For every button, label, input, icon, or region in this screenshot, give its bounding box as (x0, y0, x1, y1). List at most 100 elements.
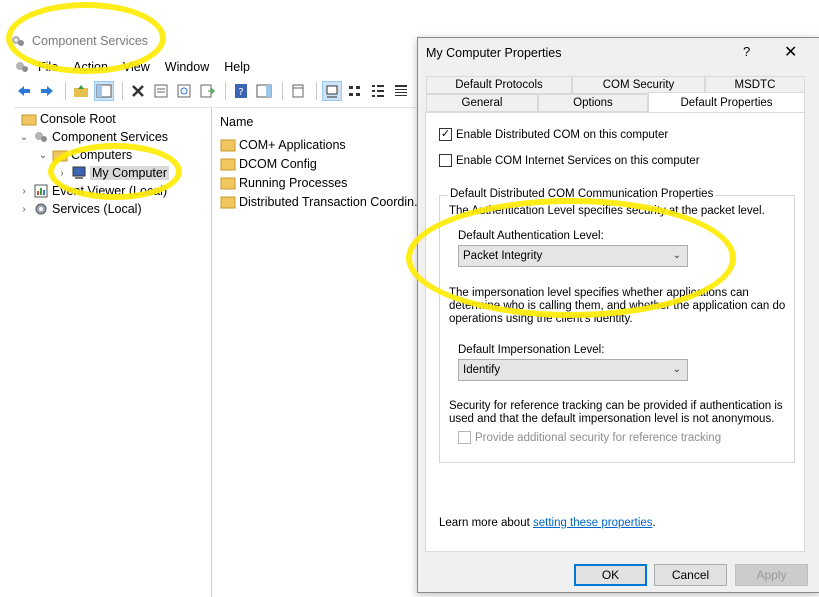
list-item[interactable]: Distributed Transaction Coordin... (220, 193, 425, 211)
tree-item-label: Event Viewer (Local) (52, 184, 168, 198)
tree-item-computers[interactable]: ⌄ Computers (37, 146, 132, 164)
list-item-label: DCOM Config (239, 157, 317, 171)
tree-item-my-computer[interactable]: › My Computer (56, 164, 170, 182)
tab-label: Default Properties (680, 96, 773, 109)
chevron-down-icon[interactable]: ⌄ (37, 150, 49, 161)
window-title: Component Services (32, 34, 149, 48)
tree-item-label: Computers (71, 148, 133, 162)
impersonation-description: The impersonation level specifies whethe… (449, 287, 786, 325)
up-folder-icon[interactable] (71, 81, 91, 101)
checkbox-unchecked-icon[interactable] (439, 154, 452, 167)
help-icon[interactable]: ? (743, 44, 750, 59)
forward-arrow-icon[interactable] (37, 81, 57, 101)
tree-item-component-services[interactable]: ⌄ Component Services (18, 128, 168, 146)
tree-item-console-root[interactable]: Console Root (18, 110, 116, 128)
authentication-level-label: Default Authentication Level: (458, 230, 604, 242)
services-icon (35, 203, 47, 215)
menu-bar: File Action View Window Help (14, 58, 265, 76)
detail-view-icon[interactable] (391, 81, 411, 101)
component-services-icon (35, 132, 47, 142)
checkbox-label: Provide additional security for referenc… (475, 431, 722, 444)
authentication-description: The Authentication Level specifies secur… (449, 205, 765, 217)
authentication-level-select[interactable]: Packet Integrity ⌄ (458, 245, 688, 267)
large-icons-view-icon[interactable] (322, 81, 342, 101)
new-window-icon[interactable] (288, 81, 308, 101)
tab-label: General (461, 97, 503, 109)
toolbar-separator (65, 82, 66, 100)
properties-icon[interactable] (151, 81, 171, 101)
checkbox-unchecked-icon[interactable] (458, 431, 471, 444)
apply-button[interactable]: Apply (735, 564, 808, 586)
select-value: Identify (463, 364, 501, 376)
reference-tracking-description: Security for reference tracking can be p… (449, 400, 783, 425)
impersonation-level-select[interactable]: Identify ⌄ (458, 359, 688, 381)
enable-internet-services-checkbox[interactable]: Enable COM Internet Services on this com… (439, 154, 700, 167)
component-services-icon (12, 36, 24, 46)
learn-more-text: Learn more about setting these propertie… (439, 517, 656, 530)
menu-view[interactable]: View (123, 60, 150, 74)
chevron-down-icon: ⌄ (672, 250, 681, 261)
list-item[interactable]: COM+ Applications (220, 136, 346, 154)
menu-file[interactable]: File (38, 60, 58, 74)
delete-icon[interactable] (128, 81, 148, 101)
enable-dcom-checkbox[interactable]: ✓ Enable Distributed COM on this compute… (439, 128, 668, 141)
tab-default-protocols[interactable]: Default Protocols (426, 76, 572, 94)
toolbar: ? (14, 80, 414, 102)
properties-dialog: My Computer Properties ? ✕ Default Proto… (406, 37, 819, 593)
tab-options[interactable]: Options (538, 94, 648, 112)
toolbar-separator (282, 82, 283, 100)
group-title: Default Distributed COM Communication Pr… (448, 188, 716, 200)
tree-item-services[interactable]: › Services (Local) (18, 200, 141, 218)
show-hide-tree-icon[interactable] (94, 81, 114, 101)
tab-default-properties[interactable]: Default Properties (648, 92, 805, 112)
folder-icon (220, 139, 236, 152)
dialog-title: My Computer Properties (426, 46, 562, 60)
svg-text:?: ? (238, 87, 243, 98)
console-tree: Console Root ⌄ Component Services ⌄ Comp… (14, 107, 212, 597)
tree-item-label: Component Services (52, 130, 169, 144)
tree-item-event-viewer[interactable]: › Event Viewer (Local) (18, 182, 167, 200)
reference-tracking-checkbox[interactable]: Provide additional security for referenc… (458, 431, 721, 444)
tab-general[interactable]: General (426, 94, 538, 112)
list-item-label: Running Processes (239, 176, 348, 190)
app-menu-icon[interactable] (14, 59, 30, 75)
chevron-down-icon[interactable]: ⌄ (18, 132, 30, 143)
chevron-right-icon[interactable]: › (56, 168, 68, 179)
tab-label: MSDTC (734, 79, 776, 91)
export-list-icon[interactable] (197, 81, 217, 101)
list-item-label: COM+ Applications (239, 138, 346, 152)
action-pane-icon[interactable] (254, 81, 274, 101)
tree-item-label: Console Root (40, 112, 116, 126)
list-item[interactable]: Running Processes (220, 174, 347, 192)
ok-button[interactable]: OK (574, 564, 647, 586)
small-icons-view-icon[interactable] (345, 81, 365, 101)
chevron-right-icon[interactable]: › (18, 186, 30, 197)
refresh-icon[interactable] (174, 81, 194, 101)
menu-help[interactable]: Help (224, 60, 250, 74)
list-view-icon[interactable] (368, 81, 388, 101)
learn-more-link[interactable]: setting these properties (533, 517, 653, 529)
cancel-button[interactable]: Cancel (654, 564, 727, 586)
list-item[interactable]: DCOM Config (220, 155, 317, 173)
toolbar-separator (225, 82, 226, 100)
checkbox-checked-icon[interactable]: ✓ (439, 128, 452, 141)
column-header-name[interactable]: Name (220, 115, 253, 129)
folder-icon (220, 177, 236, 190)
folder-icon (52, 150, 68, 162)
chevron-right-icon[interactable]: › (18, 204, 30, 215)
folder-icon (21, 114, 37, 126)
event-viewer-icon (34, 184, 48, 198)
folder-icon (220, 158, 236, 171)
title-bar: Component Services (10, 28, 410, 54)
learn-more-prefix: Learn more about (439, 517, 533, 529)
close-icon[interactable]: ✕ (784, 42, 797, 62)
tree-item-label: My Computer (90, 166, 170, 180)
menu-window[interactable]: Window (165, 60, 209, 74)
menu-action[interactable]: Action (73, 60, 108, 74)
toolbar-separator (122, 82, 123, 100)
checkbox-label: Enable COM Internet Services on this com… (456, 154, 700, 167)
back-arrow-icon[interactable] (14, 81, 34, 101)
help-icon[interactable]: ? (231, 81, 251, 101)
tab-panel-default-properties: ✓ Enable Distributed COM on this compute… (425, 112, 805, 552)
list-pane: Name COM+ Applications DCOM Config Runni… (213, 107, 425, 597)
